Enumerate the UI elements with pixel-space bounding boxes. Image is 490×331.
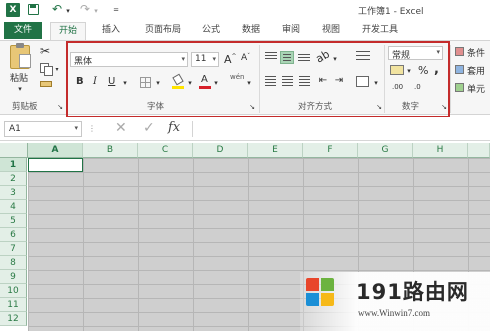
format-as-table-label[interactable]: 套用 bbox=[467, 64, 485, 77]
cell-styles-label[interactable]: 单元 bbox=[467, 82, 485, 95]
enter-entry-button[interactable]: ✓ bbox=[143, 120, 155, 136]
column-header-a[interactable]: A bbox=[28, 143, 83, 158]
tab-review[interactable]: 审阅 bbox=[274, 22, 308, 39]
clipboard-group-label: 剪贴板 bbox=[12, 102, 38, 112]
column-header-g[interactable]: G bbox=[358, 143, 413, 158]
row-header-11[interactable]: 11 bbox=[0, 298, 27, 312]
more-options-icon: ⋮ bbox=[88, 124, 96, 133]
copy-dropdown-icon[interactable]: ▾ bbox=[54, 64, 60, 76]
title-bar: X ↶ ▾ ↷ ▾ = 工作簿1 - Excel bbox=[0, 0, 490, 20]
column-header-h[interactable]: H bbox=[413, 143, 468, 158]
active-cell-a1[interactable] bbox=[28, 158, 83, 172]
tab-developer[interactable]: 开发工具 bbox=[354, 22, 406, 39]
insert-function-button[interactable]: fx bbox=[168, 120, 180, 135]
column-header-e[interactable]: E bbox=[248, 143, 303, 158]
row-header-6[interactable]: 6 bbox=[0, 228, 27, 242]
watermark-brand: 191路由网 bbox=[356, 280, 469, 304]
customize-qat-icon[interactable]: = bbox=[112, 4, 120, 16]
cancel-entry-button[interactable]: ✕ bbox=[115, 120, 127, 136]
clipboard-launcher-icon[interactable]: ↘ bbox=[56, 101, 64, 113]
format-as-table-icon[interactable] bbox=[455, 65, 464, 74]
separator bbox=[450, 45, 451, 113]
format-painter-icon[interactable] bbox=[40, 81, 52, 87]
undo-icon[interactable]: ↶ bbox=[50, 3, 64, 15]
row-header-4[interactable]: 4 bbox=[0, 200, 27, 214]
excel-logo-icon: X bbox=[6, 3, 20, 17]
windows-logo-icon bbox=[306, 278, 336, 308]
highlight-box bbox=[66, 41, 450, 118]
row-header-8[interactable]: 8 bbox=[0, 256, 27, 270]
tab-page-layout[interactable]: 页面布局 bbox=[136, 22, 190, 39]
tab-insert[interactable]: 插入 bbox=[94, 22, 128, 39]
row-header-12[interactable]: 12 bbox=[0, 312, 27, 326]
tab-file[interactable]: 文件 bbox=[4, 22, 42, 39]
row-header-2[interactable]: 2 bbox=[0, 172, 27, 186]
tab-data[interactable]: 数据 bbox=[234, 22, 268, 39]
conditional-format-icon[interactable] bbox=[455, 47, 464, 56]
column-header-d[interactable]: D bbox=[193, 143, 248, 158]
formula-bar: A1 ▾ ⋮ ✕ ✓ fx bbox=[0, 117, 490, 141]
row-header-5[interactable]: 5 bbox=[0, 214, 27, 228]
row-header-9[interactable]: 9 bbox=[0, 270, 27, 284]
save-icon[interactable] bbox=[28, 4, 39, 15]
row-header-1[interactable]: 1 bbox=[0, 158, 27, 172]
paste-icon[interactable] bbox=[10, 43, 31, 69]
name-box-value: A1 bbox=[9, 124, 21, 134]
column-header-i[interactable] bbox=[468, 143, 490, 158]
watermark-url: www.Winwin7.com bbox=[358, 308, 431, 318]
column-header-c[interactable]: C bbox=[138, 143, 193, 158]
row-header-3[interactable]: 3 bbox=[0, 186, 27, 200]
undo-dropdown-icon[interactable]: ▾ bbox=[64, 5, 72, 17]
formula-input[interactable] bbox=[192, 121, 490, 137]
column-header-f[interactable]: F bbox=[303, 143, 358, 158]
conditional-format-label[interactable]: 条件 bbox=[467, 46, 485, 59]
cut-icon[interactable]: ✂ bbox=[38, 45, 52, 57]
tab-formulas[interactable]: 公式 bbox=[194, 22, 228, 39]
select-all-button[interactable] bbox=[0, 143, 28, 158]
column-header-b[interactable]: B bbox=[83, 143, 138, 158]
cell-styles-icon[interactable] bbox=[455, 83, 464, 92]
window-title: 工作簿1 - Excel bbox=[358, 7, 424, 17]
row-header-7[interactable]: 7 bbox=[0, 242, 27, 256]
redo-icon[interactable]: ↷ bbox=[78, 3, 92, 15]
tab-home[interactable]: 开始 bbox=[50, 22, 86, 41]
chevron-down-icon: ▾ bbox=[74, 124, 78, 132]
redo-dropdown-icon[interactable]: ▾ bbox=[92, 5, 100, 17]
paste-dropdown-icon[interactable]: ▾ bbox=[16, 83, 24, 95]
name-box[interactable]: A1 ▾ bbox=[4, 121, 82, 137]
copy-icon[interactable] bbox=[40, 63, 53, 76]
watermark: 191路由网 www.Winwin7.com bbox=[300, 272, 490, 331]
tab-view[interactable]: 视图 bbox=[314, 22, 348, 39]
row-header-10[interactable]: 10 bbox=[0, 284, 27, 298]
